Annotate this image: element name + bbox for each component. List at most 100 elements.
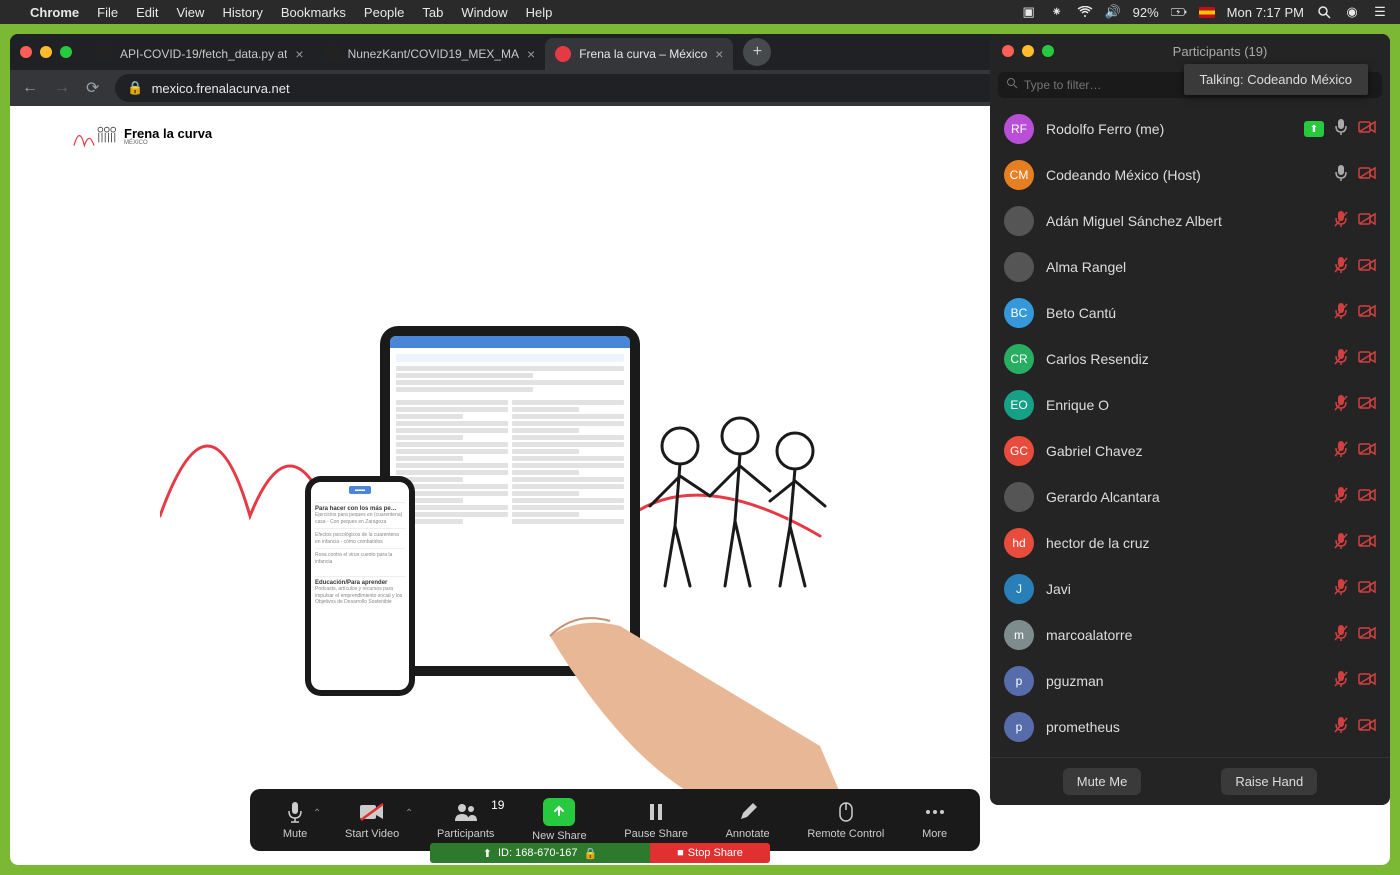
participant-row[interactable]: Gerardo Alcantara xyxy=(990,474,1390,520)
menu-edit[interactable]: Edit xyxy=(136,5,158,20)
meeting-id-bar[interactable]: ⬆ ID: 168-670-167 🔒 xyxy=(430,843,650,863)
mic-off-icon[interactable] xyxy=(1334,486,1348,509)
mic-off-icon[interactable] xyxy=(1334,624,1348,647)
camera-off-icon[interactable] xyxy=(1358,350,1376,369)
browser-tab[interactable]: NunezKant/COVID19_MEX_MA × xyxy=(314,38,546,70)
participant-row[interactable]: RFRodolfo Ferro (me)⬆ xyxy=(990,106,1390,152)
camera-off-icon[interactable] xyxy=(1358,212,1376,231)
avatar: hd xyxy=(1004,528,1034,558)
mic-off-icon[interactable] xyxy=(1334,440,1348,463)
menu-window[interactable]: Window xyxy=(461,5,507,20)
mic-off-icon[interactable] xyxy=(1334,348,1348,371)
participant-row[interactable]: ppguzman xyxy=(990,658,1390,704)
participant-row[interactable]: Alma Rangel xyxy=(990,244,1390,290)
mute-me-button[interactable]: Mute Me xyxy=(1063,768,1142,795)
camera-off-icon[interactable] xyxy=(1358,580,1376,599)
forward-button[interactable]: → xyxy=(54,79,70,97)
menu-help[interactable]: Help xyxy=(526,5,553,20)
window-close-button[interactable] xyxy=(20,46,32,58)
avatar: RF xyxy=(1004,114,1034,144)
zoom-remote-control-button[interactable]: Remote Control xyxy=(807,800,884,840)
spotlight-icon[interactable] xyxy=(1316,5,1332,19)
back-button[interactable]: ← xyxy=(22,79,38,97)
participants-count: 19 xyxy=(491,798,504,812)
participant-row[interactable]: EOEnrique O xyxy=(990,382,1390,428)
mic-on-icon[interactable] xyxy=(1334,164,1348,187)
site-logo[interactable]: Frena la curva MÉXICO xyxy=(70,121,212,151)
camera-off-icon[interactable] xyxy=(1358,120,1376,139)
tab-favicon xyxy=(96,46,112,62)
camera-off-icon[interactable] xyxy=(1358,718,1376,737)
zoom-pause-share-button[interactable]: Pause Share xyxy=(624,800,688,840)
stop-share-button[interactable]: ■ Stop Share xyxy=(650,843,770,863)
camera-off-icon[interactable] xyxy=(1358,442,1376,461)
zoom-annotate-button[interactable]: Annotate xyxy=(726,800,770,840)
window-minimize-button[interactable] xyxy=(40,46,52,58)
menubar-clock[interactable]: Mon 7:17 PM xyxy=(1227,5,1304,20)
tab-close-icon[interactable]: × xyxy=(527,46,535,62)
mic-off-icon[interactable] xyxy=(1334,256,1348,279)
zoom-video-button[interactable]: ⌃ Start Video xyxy=(345,800,399,840)
camera-off-icon[interactable] xyxy=(1358,304,1376,323)
camera-off-icon[interactable] xyxy=(1358,626,1376,645)
mic-off-icon[interactable] xyxy=(1334,532,1348,555)
participant-row[interactable]: mmarcoalatorre xyxy=(990,612,1390,658)
battery-icon[interactable] xyxy=(1171,6,1187,18)
chevron-up-icon[interactable]: ⌃ xyxy=(313,808,321,819)
zoom-statusbar-icon[interactable]: ▣ xyxy=(1021,4,1037,20)
participant-row[interactable]: JJavi xyxy=(990,566,1390,612)
panel-close-button[interactable] xyxy=(1002,45,1014,57)
browser-tab-active[interactable]: Frena la curva – México × xyxy=(545,38,733,70)
camera-off-icon[interactable] xyxy=(1358,396,1376,415)
menubar-app-name[interactable]: Chrome xyxy=(30,5,79,20)
menu-view[interactable]: View xyxy=(176,5,204,20)
new-tab-button[interactable]: + xyxy=(743,38,771,66)
participant-name: pguzman xyxy=(1046,673,1322,689)
participant-row[interactable]: BCBeto Cantú xyxy=(990,290,1390,336)
zoom-new-share-button[interactable]: New Share xyxy=(532,798,586,842)
bluetooth-icon[interactable]: ⁕ xyxy=(1049,4,1065,20)
siri-icon[interactable]: ◉ xyxy=(1344,4,1360,20)
raise-hand-button[interactable]: Raise Hand xyxy=(1221,768,1317,795)
tab-close-icon[interactable]: × xyxy=(715,46,723,62)
participants-list[interactable]: RFRodolfo Ferro (me)⬆CMCodeando México (… xyxy=(990,102,1390,757)
participant-row[interactable]: pprometheus xyxy=(990,704,1390,750)
zoom-more-button[interactable]: More xyxy=(922,800,947,840)
menu-file[interactable]: File xyxy=(97,5,118,20)
participant-row[interactable]: GCGabriel Chavez xyxy=(990,428,1390,474)
mic-off-icon[interactable] xyxy=(1334,670,1348,693)
mic-off-icon[interactable] xyxy=(1334,302,1348,325)
volume-icon[interactable]: 🔊 xyxy=(1105,4,1121,20)
participant-row[interactable]: hdhector de la cruz xyxy=(990,520,1390,566)
browser-tab[interactable]: API-COVID-19/fetch_data.py at × xyxy=(86,38,314,70)
reload-button[interactable]: ⟳ xyxy=(86,78,99,98)
camera-off-icon[interactable] xyxy=(1358,488,1376,507)
menu-tab[interactable]: Tab xyxy=(422,5,443,20)
zoom-mute-button[interactable]: ⌃ Mute xyxy=(283,800,307,840)
participant-row[interactable]: CRCarlos Resendiz xyxy=(990,336,1390,382)
wifi-icon[interactable] xyxy=(1077,6,1093,18)
window-maximize-button[interactable] xyxy=(60,46,72,58)
camera-off-icon[interactable] xyxy=(1358,166,1376,185)
mic-off-icon[interactable] xyxy=(1334,578,1348,601)
mic-off-icon[interactable] xyxy=(1334,716,1348,739)
panel-maximize-button[interactable] xyxy=(1042,45,1054,57)
mic-off-icon[interactable] xyxy=(1334,394,1348,417)
camera-off-icon[interactable] xyxy=(1358,258,1376,277)
panel-minimize-button[interactable] xyxy=(1022,45,1034,57)
menu-bookmarks[interactable]: Bookmarks xyxy=(281,5,346,20)
tab-close-icon[interactable]: × xyxy=(295,46,303,62)
mic-on-icon[interactable] xyxy=(1334,118,1348,141)
zoom-participants-button[interactable]: 19 Participants xyxy=(437,800,494,840)
notification-center-icon[interactable]: ☰ xyxy=(1372,4,1388,20)
camera-off-icon[interactable] xyxy=(1358,672,1376,691)
input-flag-icon[interactable] xyxy=(1199,7,1215,18)
mic-off-icon[interactable] xyxy=(1334,210,1348,233)
menu-history[interactable]: History xyxy=(222,5,262,20)
chevron-up-icon[interactable]: ⌃ xyxy=(405,808,413,819)
participant-row[interactable]: Adán Miguel Sánchez Albert xyxy=(990,198,1390,244)
camera-off-icon[interactable] xyxy=(1358,534,1376,553)
participant-row[interactable]: CMCodeando México (Host) xyxy=(990,152,1390,198)
share-screen-icon xyxy=(543,798,575,826)
menu-people[interactable]: People xyxy=(364,5,404,20)
